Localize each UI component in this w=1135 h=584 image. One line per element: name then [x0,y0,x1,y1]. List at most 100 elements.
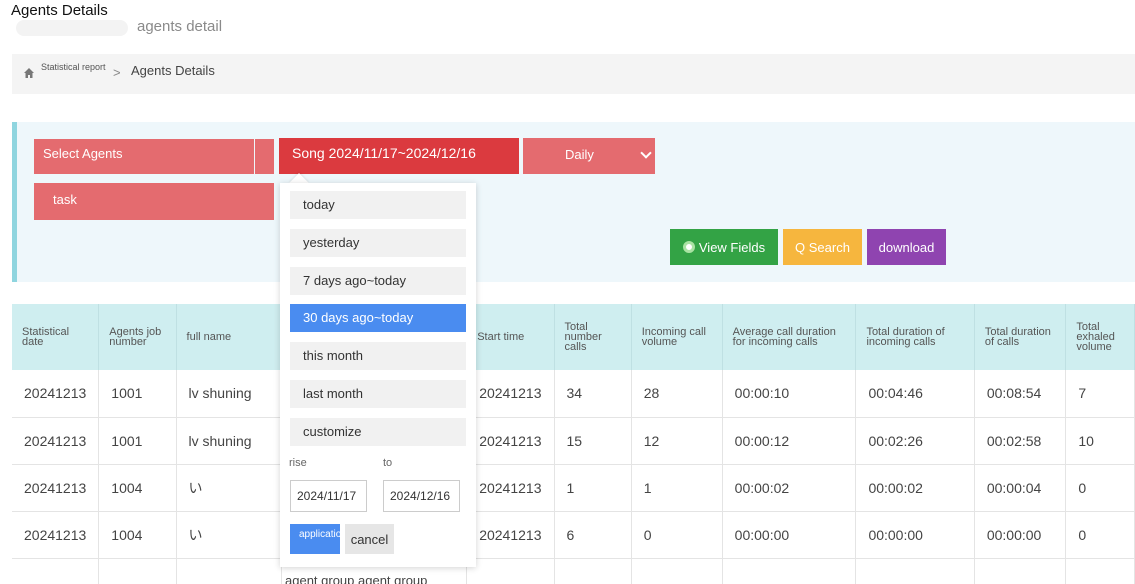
table-cell: 00:00:02 [722,464,857,512]
table-cell [722,558,857,584]
table-cell: 00:00:10 [722,370,857,418]
table-cell: 1 [554,464,632,512]
table-cell [554,558,632,584]
table-cell: 34 [554,370,632,418]
table-cell: 1 [631,464,723,512]
col-header[interactable]: Total exhaled volume [1065,304,1135,370]
view-fields-label: View Fields [698,239,766,255]
rise-date-input[interactable] [290,480,367,512]
table-cell [1065,558,1135,584]
agents-table: Statistical date Agents job number full … [12,304,1135,584]
table-cell: 0 [631,511,723,559]
col-header[interactable]: Incoming call volume [631,304,723,370]
table-cell: 20241213 [466,511,555,559]
table-cell: 00:00:02 [855,464,975,512]
breadcrumb-item-current: Agents Details [131,63,215,78]
agents-select-toggle[interactable] [255,139,274,174]
date-option-30-days[interactable]: 30 days ago~today [290,304,466,332]
rise-label: rise [289,457,307,469]
table-cell [974,558,1067,584]
page-title: Agents Details [11,2,108,19]
breadcrumb-separator: > [113,65,121,80]
gear-icon [682,241,695,253]
table-cell [631,558,723,584]
table-cell: 20241213 [12,464,100,512]
table-cell: 00:00:04 [974,464,1067,512]
to-date-input[interactable] [383,480,460,512]
table-cell: い [176,511,282,559]
table-cell: 20241213 [12,370,100,418]
task-select[interactable]: task [34,183,274,220]
breadcrumb-item-statistical-report[interactable]: Statistical report [41,63,107,72]
table-cell: 00:02:26 [855,417,975,465]
agents-select[interactable]: Select Agents [34,139,254,174]
table-cell: 1004 [98,511,177,559]
agent-group-cell: agent group agent group [285,573,450,584]
table-cell: 20241213 [12,417,100,465]
search-button[interactable]: Q Search [783,229,862,265]
table-cell: lv shuning [176,417,282,465]
table-row [12,558,1135,584]
table-cell [176,558,282,584]
col-header[interactable]: Total duration of calls [974,304,1067,370]
date-range-select[interactable]: Song 2024/11/17~2024/12/16 [279,138,519,174]
table-cell: い [176,464,282,512]
col-header[interactable]: Start time [466,304,555,370]
table-row: 20241213 1004 い 20241213 1 1 00:00:02 00… [12,464,1135,512]
chevron-down-icon [640,147,652,159]
table-cell: 0 [1065,511,1135,559]
download-button[interactable]: download [867,229,946,265]
table-cell: 20241213 [12,511,100,559]
col-header[interactable]: Total number calls [554,304,632,370]
table-cell: 28 [631,370,723,418]
cancel-button[interactable]: cancel [345,524,394,554]
table-row: 20241213 1004 い 20241213 6 0 00:00:00 00… [12,511,1135,559]
period-select[interactable]: Daily [523,138,655,174]
col-header[interactable]: Total duration of incoming calls [855,304,975,370]
table-cell: 1004 [98,464,177,512]
date-range-dropdown: today yesterday 7 days ago~today 30 days… [280,183,476,567]
col-header[interactable]: Agents job number [98,304,177,370]
table-header-row: Statistical date Agents job number full … [12,304,1135,370]
table-cell: 20241213 [466,417,555,465]
date-option-customize[interactable]: customize [290,418,466,446]
page: Agents Details agents detail Statistical… [0,0,1135,584]
col-header[interactable]: Average call duration for incoming calls [722,304,857,370]
table-cell: 0 [1065,464,1135,512]
table-cell: 00:00:00 [855,511,975,559]
table-cell [466,558,555,584]
breadcrumb: Statistical report > Agents Details [12,54,1135,94]
table-cell [855,558,975,584]
view-fields-button[interactable]: View Fields [670,229,778,265]
table-cell: 1001 [98,370,177,418]
to-label: to [383,457,393,469]
table-cell: 00:08:54 [974,370,1067,418]
table-cell [12,558,100,584]
table-cell: 6 [554,511,632,559]
table-cell: 1001 [98,417,177,465]
table-cell: 00:00:00 [722,511,857,559]
table-row: 20241213 1001 lv shuning 20241213 15 12 … [12,417,1135,465]
table-cell: 00:00:12 [722,417,857,465]
date-option-today[interactable]: today [290,191,466,219]
table-cell: 15 [554,417,632,465]
page-subtitle: agents detail [137,18,223,35]
apply-button[interactable]: application [290,524,340,554]
date-option-7-days[interactable]: 7 days ago~today [290,267,466,295]
table-cell: lv shuning [176,370,282,418]
date-option-this-month[interactable]: this month [290,342,466,370]
table-cell [98,558,177,584]
date-option-last-month[interactable]: last month [290,380,466,408]
table-cell: 20241213 [466,370,555,418]
date-option-yesterday[interactable]: yesterday [290,229,466,257]
table-row: 20241213 1001 lv shuning 20241213 34 28 … [12,370,1135,418]
col-header[interactable]: full name [176,304,282,370]
col-header[interactable]: Statistical date [12,304,100,370]
table-cell: 12 [631,417,723,465]
table-cell: 20241213 [466,464,555,512]
table-cell: 7 [1065,370,1135,418]
period-select-label: Daily [565,147,594,162]
table-cell: 10 [1065,417,1135,465]
blurred-label [16,20,128,36]
home-icon[interactable] [23,67,35,79]
